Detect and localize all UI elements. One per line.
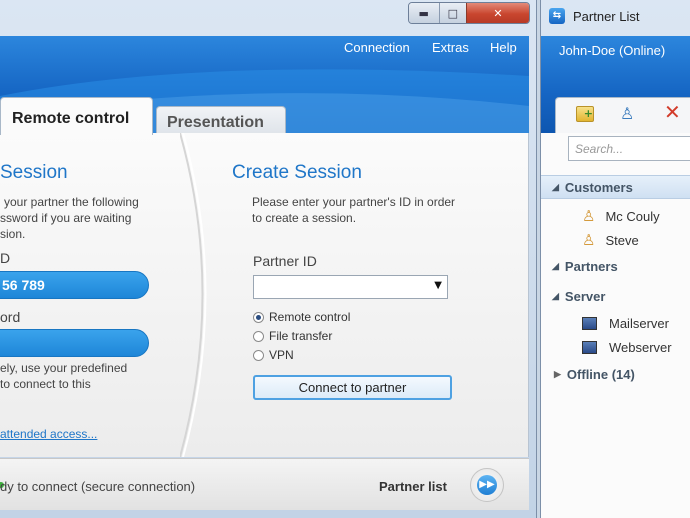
panel-divider — [180, 133, 207, 457]
predefined-text-1: ely, use your predefined — [0, 361, 128, 375]
connect-to-partner-button[interactable]: Connect to partner — [253, 375, 452, 400]
your-id-label: D — [0, 250, 11, 266]
contact-steve[interactable]: ♙ Steve — [582, 231, 639, 249]
menu-extras[interactable]: Extras — [432, 40, 469, 55]
radio-button-icon[interactable] — [253, 330, 264, 342]
radio-file-transfer[interactable]: File transfer — [253, 329, 332, 343]
search-placeholder: Search... — [575, 142, 624, 156]
partner-id-combobox[interactable]: ▼ — [253, 275, 448, 299]
allow-text-1: your partner the following — [4, 195, 139, 209]
group-label: Customers — [564, 180, 633, 195]
delete-icon[interactable]: ✕ — [664, 100, 681, 124]
password-label: ord — [0, 309, 21, 325]
status-text: dy to connect (secure connection) — [0, 479, 196, 494]
add-group-icon[interactable]: + — [576, 106, 594, 122]
create-description-2: to create a session. — [252, 211, 357, 225]
group-partners[interactable]: ◢ Partners — [552, 259, 618, 274]
radio-label: VPN — [269, 348, 294, 362]
unattended-access-link[interactable]: attended access... — [0, 427, 97, 442]
predefined-text-2: to connect to this — [0, 377, 91, 391]
allow-text-3: sion. — [0, 227, 26, 241]
search-input[interactable]: Search... — [568, 136, 690, 161]
partner-toolbar: + ♙ ✕ — [555, 97, 690, 133]
menu-connection[interactable]: Connection — [344, 40, 410, 55]
partner-list-label[interactable]: Partner list — [379, 479, 447, 494]
user-status[interactable]: John-Doe (Online) — [559, 43, 665, 58]
teamviewer-main-window: ▬ □ ✕ Connection Extras Help Remote cont… — [0, 0, 537, 518]
menu-help[interactable]: Help — [490, 40, 517, 55]
radio-button-icon[interactable] — [253, 349, 264, 361]
radio-label: Remote control — [269, 310, 351, 324]
expanded-arrow-icon[interactable]: ◢ — [552, 291, 559, 302]
contact-name: Steve — [605, 232, 639, 248]
computer-webserver[interactable]: Webserver — [582, 340, 672, 355]
collapsed-arrow-icon[interactable]: ▶ — [554, 369, 561, 380]
partner-list-button[interactable]: ▶▶ — [470, 468, 504, 502]
expanded-arrow-icon[interactable]: ◢ — [552, 261, 559, 272]
partner-id-label: Partner ID — [253, 253, 317, 269]
partner-list-window: ⇆ Partner List John-Doe (Online) + ♙ ✕ S… — [540, 0, 690, 518]
group-customers[interactable]: ◢ Customers — [552, 180, 633, 195]
computer-name: Mailserver — [609, 316, 669, 331]
minimize-button[interactable]: ▬ — [409, 3, 439, 23]
teamviewer-logo-icon: ⇆ — [549, 8, 565, 24]
your-id-field[interactable]: 56 789 — [0, 271, 149, 299]
group-server[interactable]: ◢ Server — [552, 289, 605, 304]
group-offline[interactable]: ▶ Offline (14) — [554, 367, 635, 382]
radio-button-icon[interactable] — [253, 311, 264, 323]
group-label: Partners — [564, 259, 618, 274]
contact-name: Mc Couly — [605, 208, 660, 224]
window-controls: ▬ □ ✕ — [408, 2, 530, 24]
radio-vpn[interactable]: VPN — [253, 348, 294, 362]
maximize-button[interactable]: □ — [438, 3, 467, 23]
expanded-arrow-icon[interactable]: ◢ — [552, 182, 559, 193]
add-contact-icon[interactable]: ♙ — [620, 104, 634, 123]
computer-name: Webserver — [609, 340, 672, 355]
computer-icon — [582, 317, 597, 330]
allow-text-2: ssword if you are waiting — [0, 211, 132, 225]
double-arrow-icon: ▶▶ — [477, 475, 497, 495]
computer-icon — [582, 341, 597, 354]
radio-remote-control[interactable]: Remote control — [253, 310, 350, 324]
partner-list-title: Partner List — [573, 9, 640, 24]
group-label: Server — [564, 289, 606, 304]
password-field[interactable] — [0, 329, 149, 357]
close-button[interactable]: ✕ — [466, 3, 529, 23]
tab-presentation[interactable]: Presentation — [156, 106, 286, 134]
create-session-heading: Create Session — [232, 162, 362, 183]
group-label: Offline (14) — [566, 367, 635, 382]
tab-remote-control[interactable]: Remote control — [0, 97, 153, 135]
chevron-down-icon[interactable]: ▼ — [434, 280, 442, 291]
person-icon: ♙ — [582, 208, 596, 225]
person-icon: ♙ — [582, 232, 596, 249]
radio-label: File transfer — [269, 329, 333, 343]
allow-heading: Session — [0, 162, 68, 183]
computer-mailserver[interactable]: Mailserver — [582, 316, 669, 331]
create-description-1: Please enter your partner's ID in order — [252, 195, 456, 209]
contact-mc-couly[interactable]: ♙ Mc Couly — [582, 207, 660, 225]
